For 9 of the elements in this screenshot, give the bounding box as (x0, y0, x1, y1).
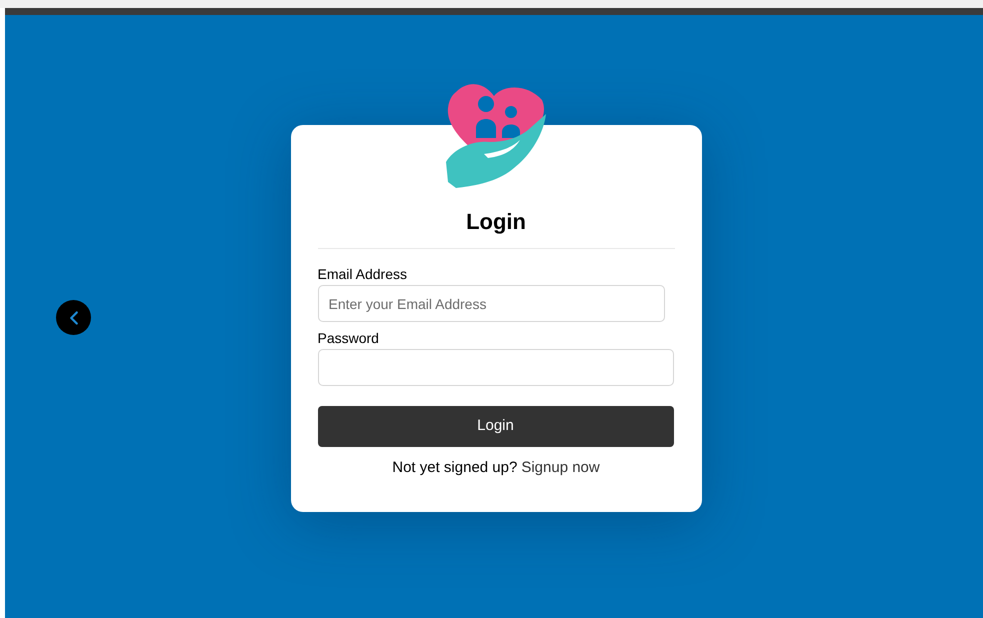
field-label: Password (318, 330, 380, 346)
input-field[interactable]: Enter your Email Address (318, 285, 664, 322)
signup-link[interactable]: Signup now (521, 457, 600, 480)
field-label: Email Address (318, 266, 408, 282)
signup-prompt: Not yet signed up? (392, 458, 518, 478)
card-title: Login (318, 205, 674, 249)
back-button[interactable] (56, 300, 91, 335)
login-button[interactable]: Login (318, 406, 674, 447)
input-field[interactable] (318, 349, 674, 386)
